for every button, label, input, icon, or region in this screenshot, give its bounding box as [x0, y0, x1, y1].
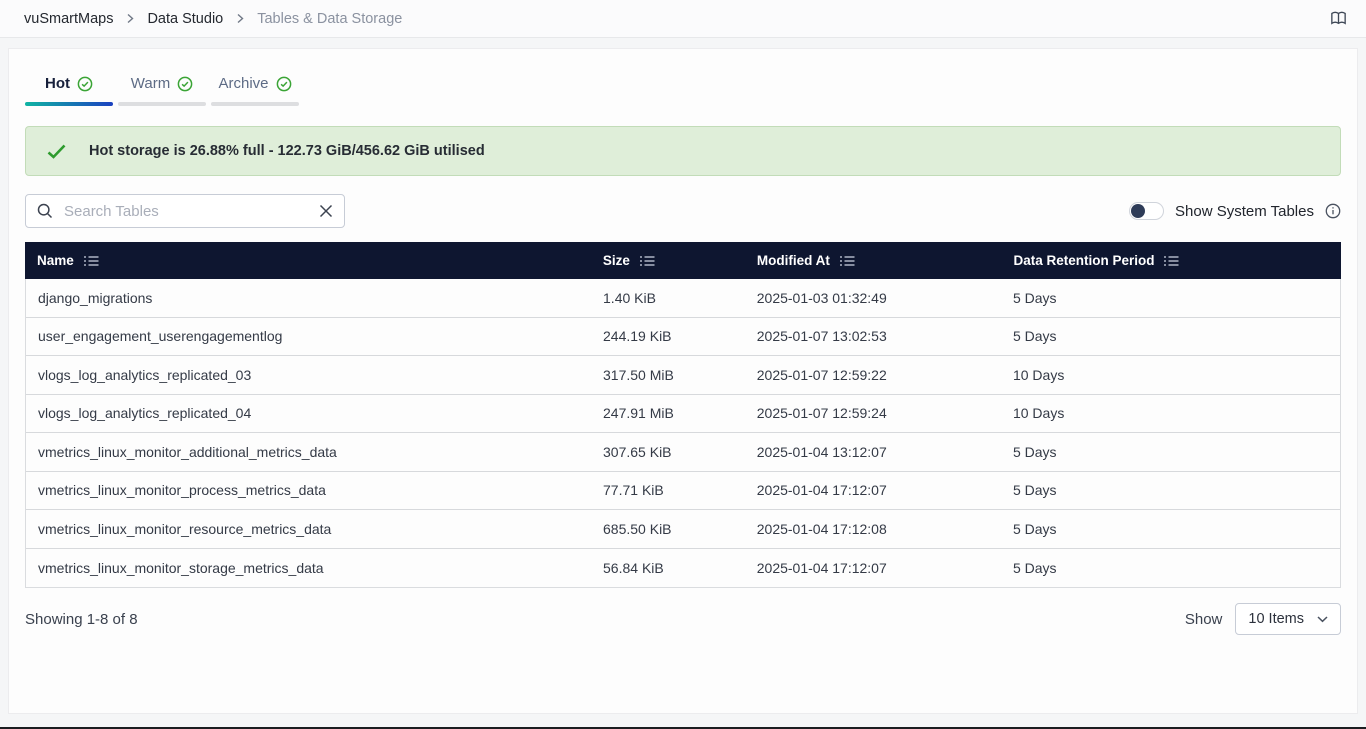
column-header-name[interactable]: Name — [25, 253, 591, 268]
cell-retention: 10 Days — [1001, 367, 1340, 383]
cell-retention: 5 Days — [1001, 482, 1340, 498]
cell-modified-at: 2025-01-04 17:12:07 — [745, 482, 1001, 498]
page-size-value: 10 Items — [1248, 611, 1304, 627]
tab-label: Hot — [45, 75, 70, 92]
table-row[interactable]: user_engagement_userengagementlog 244.19… — [26, 318, 1340, 357]
clear-search-icon[interactable] — [319, 204, 333, 218]
cell-name: django_migrations — [26, 290, 591, 306]
cell-size: 244.19 KiB — [591, 328, 745, 344]
show-system-tables-toggle[interactable] — [1129, 202, 1164, 220]
cell-size: 247.91 MiB — [591, 405, 745, 421]
column-menu-icon[interactable] — [640, 255, 655, 267]
check-circle-icon — [77, 76, 93, 92]
info-icon[interactable] — [1325, 203, 1341, 219]
table-body: django_migrations 1.40 KiB 2025-01-03 01… — [25, 279, 1341, 588]
table-footer: Showing 1-8 of 8 Show 10 Items — [25, 603, 1341, 635]
active-tab-indicator — [25, 102, 113, 106]
cell-modified-at: 2025-01-03 01:32:49 — [745, 290, 1001, 306]
check-icon — [47, 144, 66, 159]
column-menu-icon[interactable] — [1164, 255, 1179, 267]
storage-status-message: Hot storage is 26.88% full - 122.73 GiB/… — [89, 143, 485, 159]
tab-archive[interactable]: Archive — [211, 69, 299, 106]
cell-name: vmetrics_linux_monitor_resource_metrics_… — [26, 521, 591, 537]
cell-name: user_engagement_userengagementlog — [26, 328, 591, 344]
table-row[interactable]: vlogs_log_analytics_replicated_04 247.91… — [26, 395, 1340, 434]
tab-label: Warm — [131, 75, 170, 92]
storage-tier-tabs: Hot Warm Archive — [25, 69, 1341, 106]
cell-name: vmetrics_linux_monitor_process_metrics_d… — [26, 482, 591, 498]
table-row[interactable]: vlogs_log_analytics_replicated_03 317.50… — [26, 356, 1340, 395]
table-header-row: Name Size Modified At Data Retention Per… — [25, 242, 1341, 279]
top-bar: vuSmartMaps Data Studio Tables & Data St… — [0, 0, 1366, 38]
search-input[interactable] — [62, 202, 310, 221]
check-circle-icon — [177, 76, 193, 92]
cell-size: 56.84 KiB — [591, 560, 745, 576]
tab-warm[interactable]: Warm — [118, 69, 206, 106]
tab-indicator — [211, 102, 299, 106]
show-system-tables-label: Show System Tables — [1175, 203, 1314, 220]
tab-label: Archive — [218, 75, 268, 92]
toggle-knob — [1131, 204, 1145, 218]
cell-modified-at: 2025-01-07 12:59:24 — [745, 405, 1001, 421]
storage-status-banner: Hot storage is 26.88% full - 122.73 GiB/… — [25, 126, 1341, 176]
cell-retention: 5 Days — [1001, 290, 1340, 306]
cell-retention: 5 Days — [1001, 328, 1340, 344]
cell-size: 1.40 KiB — [591, 290, 745, 306]
page-size-control: Show 10 Items — [1185, 603, 1341, 635]
breadcrumb-data-studio[interactable]: Data Studio — [147, 11, 223, 27]
results-summary: Showing 1-8 of 8 — [25, 611, 138, 628]
column-menu-icon[interactable] — [840, 255, 855, 267]
cell-size: 317.50 MiB — [591, 367, 745, 383]
page-size-select[interactable]: 10 Items — [1235, 603, 1341, 635]
search-icon — [37, 203, 53, 219]
search-box — [25, 194, 345, 228]
cell-modified-at: 2025-01-07 13:02:53 — [745, 328, 1001, 344]
cell-modified-at: 2025-01-04 17:12:07 — [745, 560, 1001, 576]
check-circle-icon — [276, 76, 292, 92]
cell-name: vmetrics_linux_monitor_storage_metrics_d… — [26, 560, 591, 576]
cell-size: 685.50 KiB — [591, 521, 745, 537]
table-row[interactable]: vmetrics_linux_monitor_storage_metrics_d… — [26, 549, 1340, 588]
column-header-retention[interactable]: Data Retention Period — [1001, 253, 1341, 268]
table-row[interactable]: vmetrics_linux_monitor_resource_metrics_… — [26, 510, 1340, 549]
column-header-modified-at[interactable]: Modified At — [745, 253, 1002, 268]
column-header-size[interactable]: Size — [591, 253, 745, 268]
cell-size: 307.65 KiB — [591, 444, 745, 460]
cell-size: 77.71 KiB — [591, 482, 745, 498]
system-tables-control: Show System Tables — [1129, 202, 1341, 220]
table-controls: Show System Tables — [25, 194, 1341, 228]
column-menu-icon[interactable] — [84, 255, 99, 267]
table-row[interactable]: vmetrics_linux_monitor_additional_metric… — [26, 433, 1340, 472]
table-row[interactable]: django_migrations 1.40 KiB 2025-01-03 01… — [26, 279, 1340, 318]
cell-retention: 10 Days — [1001, 405, 1340, 421]
tables-table: Name Size Modified At Data Retention Per… — [25, 242, 1341, 588]
chevron-right-icon — [125, 13, 135, 24]
cell-name: vlogs_log_analytics_replicated_04 — [26, 405, 591, 421]
tab-hot[interactable]: Hot — [25, 69, 113, 106]
cell-modified-at: 2025-01-04 17:12:08 — [745, 521, 1001, 537]
tables-storage-panel: Hot Warm Archive — [8, 48, 1358, 714]
show-label: Show — [1185, 611, 1223, 628]
tab-indicator — [118, 102, 206, 106]
breadcrumb-current-page: Tables & Data Storage — [257, 11, 402, 27]
cell-retention: 5 Days — [1001, 521, 1340, 537]
documentation-book-icon[interactable] — [1329, 10, 1348, 27]
cell-modified-at: 2025-01-07 12:59:22 — [745, 367, 1001, 383]
table-row[interactable]: vmetrics_linux_monitor_process_metrics_d… — [26, 472, 1340, 511]
cell-modified-at: 2025-01-04 13:12:07 — [745, 444, 1001, 460]
breadcrumb-vusmartmaps[interactable]: vuSmartMaps — [24, 11, 113, 27]
cell-name: vmetrics_linux_monitor_additional_metric… — [26, 444, 591, 460]
cell-retention: 5 Days — [1001, 444, 1340, 460]
cell-retention: 5 Days — [1001, 560, 1340, 576]
cell-name: vlogs_log_analytics_replicated_03 — [26, 367, 591, 383]
breadcrumb: vuSmartMaps Data Studio Tables & Data St… — [24, 11, 402, 27]
chevron-down-icon — [1317, 616, 1328, 623]
chevron-right-icon — [235, 13, 245, 24]
